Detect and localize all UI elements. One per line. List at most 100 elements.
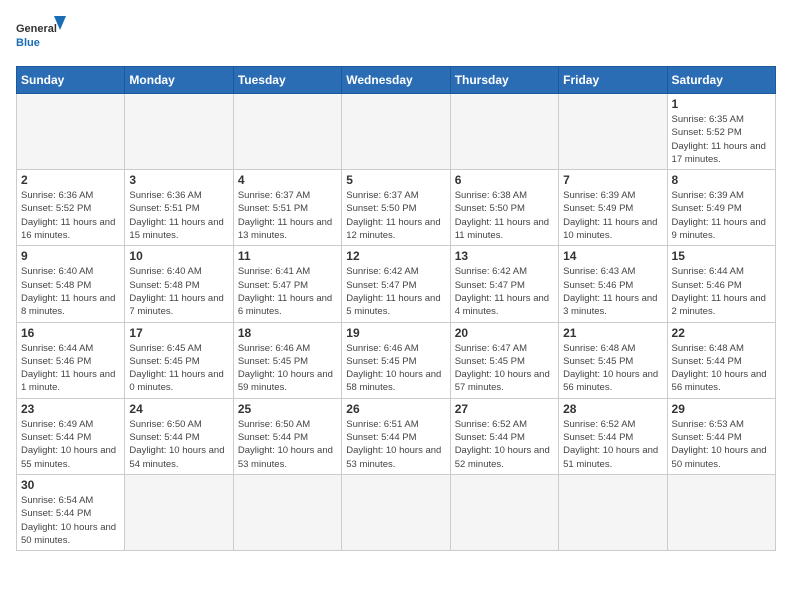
calendar-cell: 2Sunrise: 6:36 AM Sunset: 5:52 PM Daylig…: [17, 170, 125, 246]
day-number: 15: [672, 249, 771, 263]
day-info: Sunrise: 6:40 AM Sunset: 5:48 PM Dayligh…: [21, 265, 120, 318]
day-number: 3: [129, 173, 228, 187]
calendar-cell: [559, 94, 667, 170]
day-info: Sunrise: 6:41 AM Sunset: 5:47 PM Dayligh…: [238, 265, 337, 318]
calendar-cell: 17Sunrise: 6:45 AM Sunset: 5:45 PM Dayli…: [125, 322, 233, 398]
day-number: 18: [238, 326, 337, 340]
week-row-2: 9 Sunrise: 6:40 AM Sunset: 5:48 PM Daylig…: [17, 246, 776, 322]
day-info: Sunrise: 6:50 AM Sunset: 5:44 PM Dayligh…: [129, 418, 228, 471]
day-info: Sunrise: 6:52 AM Sunset: 5:44 PM Dayligh…: [563, 418, 662, 471]
day-number: 22: [672, 326, 771, 340]
day-number: 6: [455, 173, 554, 187]
day-number: 14: [563, 249, 662, 263]
weekday-header-monday: Monday: [125, 67, 233, 94]
day-info: Sunrise: 6:54 AM Sunset: 5:44 PM Dayligh…: [21, 494, 120, 547]
day-info: Sunrise: 6:51 AM Sunset: 5:44 PM Dayligh…: [346, 418, 445, 471]
day-info: Sunrise: 6:47 AM Sunset: 5:45 PM Dayligh…: [455, 342, 554, 395]
calendar-cell: [342, 474, 450, 550]
calendar-cell: [559, 474, 667, 550]
day-number: 23: [21, 402, 120, 416]
day-number: 20: [455, 326, 554, 340]
logo-svg: General Blue: [16, 16, 66, 56]
calendar-cell: [342, 94, 450, 170]
day-info: Sunrise: 6:44 AM Sunset: 5:46 PM Dayligh…: [672, 265, 771, 318]
calendar-cell: 8 Sunrise: 6:39 AM Sunset: 5:49 PM Daylig…: [667, 170, 775, 246]
calendar-cell: 1 Sunrise: 6:35 AM Sunset: 5:52 PM Daylig…: [667, 94, 775, 170]
calendar-cell: 14Sunrise: 6:43 AM Sunset: 5:46 PM Dayli…: [559, 246, 667, 322]
calendar-cell: 5 Sunrise: 6:37 AM Sunset: 5:50 PM Daylig…: [342, 170, 450, 246]
weekday-header-saturday: Saturday: [667, 67, 775, 94]
calendar-cell: 16 Sunrise: 6:44 AM Sunset: 5:46 PM Dayli…: [17, 322, 125, 398]
week-row-3: 16 Sunrise: 6:44 AM Sunset: 5:46 PM Dayli…: [17, 322, 776, 398]
day-number: 5: [346, 173, 445, 187]
day-number: 28: [563, 402, 662, 416]
calendar-cell: 15 Sunrise: 6:44 AM Sunset: 5:46 PM Dayli…: [667, 246, 775, 322]
calendar-cell: 23 Sunrise: 6:49 AM Sunset: 5:44 PM Dayli…: [17, 398, 125, 474]
day-info: Sunrise: 6:53 AM Sunset: 5:44 PM Dayligh…: [672, 418, 771, 471]
calendar-cell: 3Sunrise: 6:36 AM Sunset: 5:51 PM Daylig…: [125, 170, 233, 246]
day-number: 9: [21, 249, 120, 263]
day-number: 19: [346, 326, 445, 340]
weekday-header-row: SundayMondayTuesdayWednesdayThursdayFrid…: [17, 67, 776, 94]
day-info: Sunrise: 6:52 AM Sunset: 5:44 PM Dayligh…: [455, 418, 554, 471]
day-number: 8: [672, 173, 771, 187]
day-number: 1: [672, 97, 771, 111]
day-info: Sunrise: 6:45 AM Sunset: 5:45 PM Dayligh…: [129, 342, 228, 395]
calendar-cell: 4 Sunrise: 6:37 AM Sunset: 5:51 PM Daylig…: [233, 170, 341, 246]
day-info: Sunrise: 6:39 AM Sunset: 5:49 PM Dayligh…: [563, 189, 662, 242]
calendar-cell: 7 Sunrise: 6:39 AM Sunset: 5:49 PM Daylig…: [559, 170, 667, 246]
day-info: Sunrise: 6:49 AM Sunset: 5:44 PM Dayligh…: [21, 418, 120, 471]
day-info: Sunrise: 6:48 AM Sunset: 5:45 PM Dayligh…: [563, 342, 662, 395]
week-row-1: 2Sunrise: 6:36 AM Sunset: 5:52 PM Daylig…: [17, 170, 776, 246]
day-info: Sunrise: 6:36 AM Sunset: 5:52 PM Dayligh…: [21, 189, 120, 242]
day-number: 7: [563, 173, 662, 187]
day-number: 16: [21, 326, 120, 340]
calendar-cell: 6 Sunrise: 6:38 AM Sunset: 5:50 PM Daylig…: [450, 170, 558, 246]
calendar-cell: 13 Sunrise: 6:42 AM Sunset: 5:47 PM Dayli…: [450, 246, 558, 322]
day-number: 12: [346, 249, 445, 263]
day-number: 27: [455, 402, 554, 416]
day-number: 25: [238, 402, 337, 416]
calendar-cell: 21 Sunrise: 6:48 AM Sunset: 5:45 PM Dayli…: [559, 322, 667, 398]
day-number: 10: [129, 249, 228, 263]
day-number: 26: [346, 402, 445, 416]
calendar: SundayMondayTuesdayWednesdayThursdayFrid…: [16, 66, 776, 551]
logo: General Blue: [16, 16, 66, 56]
day-info: Sunrise: 6:35 AM Sunset: 5:52 PM Dayligh…: [672, 113, 771, 166]
svg-text:General: General: [16, 23, 57, 35]
day-number: 24: [129, 402, 228, 416]
day-number: 11: [238, 249, 337, 263]
calendar-cell: 22 Sunrise: 6:48 AM Sunset: 5:44 PM Dayli…: [667, 322, 775, 398]
day-info: Sunrise: 6:37 AM Sunset: 5:51 PM Dayligh…: [238, 189, 337, 242]
week-row-0: 1 Sunrise: 6:35 AM Sunset: 5:52 PM Daylig…: [17, 94, 776, 170]
weekday-header-tuesday: Tuesday: [233, 67, 341, 94]
day-info: Sunrise: 6:37 AM Sunset: 5:50 PM Dayligh…: [346, 189, 445, 242]
calendar-cell: [125, 474, 233, 550]
calendar-cell: 30Sunrise: 6:54 AM Sunset: 5:44 PM Dayli…: [17, 474, 125, 550]
calendar-cell: 29Sunrise: 6:53 AM Sunset: 5:44 PM Dayli…: [667, 398, 775, 474]
week-row-5: 30Sunrise: 6:54 AM Sunset: 5:44 PM Dayli…: [17, 474, 776, 550]
day-info: Sunrise: 6:42 AM Sunset: 5:47 PM Dayligh…: [455, 265, 554, 318]
calendar-cell: 11 Sunrise: 6:41 AM Sunset: 5:47 PM Dayli…: [233, 246, 341, 322]
calendar-cell: 24 Sunrise: 6:50 AM Sunset: 5:44 PM Dayli…: [125, 398, 233, 474]
svg-text:Blue: Blue: [16, 37, 40, 49]
day-info: Sunrise: 6:46 AM Sunset: 5:45 PM Dayligh…: [346, 342, 445, 395]
day-info: Sunrise: 6:39 AM Sunset: 5:49 PM Dayligh…: [672, 189, 771, 242]
calendar-cell: 25 Sunrise: 6:50 AM Sunset: 5:44 PM Dayli…: [233, 398, 341, 474]
day-info: Sunrise: 6:46 AM Sunset: 5:45 PM Dayligh…: [238, 342, 337, 395]
calendar-cell: 26 Sunrise: 6:51 AM Sunset: 5:44 PM Dayli…: [342, 398, 450, 474]
day-number: 4: [238, 173, 337, 187]
calendar-cell: [667, 474, 775, 550]
day-info: Sunrise: 6:44 AM Sunset: 5:46 PM Dayligh…: [21, 342, 120, 395]
calendar-cell: 19 Sunrise: 6:46 AM Sunset: 5:45 PM Dayli…: [342, 322, 450, 398]
day-number: 13: [455, 249, 554, 263]
calendar-cell: 18 Sunrise: 6:46 AM Sunset: 5:45 PM Dayli…: [233, 322, 341, 398]
calendar-cell: 10Sunrise: 6:40 AM Sunset: 5:48 PM Dayli…: [125, 246, 233, 322]
calendar-cell: 27 Sunrise: 6:52 AM Sunset: 5:44 PM Dayli…: [450, 398, 558, 474]
day-info: Sunrise: 6:38 AM Sunset: 5:50 PM Dayligh…: [455, 189, 554, 242]
day-info: Sunrise: 6:48 AM Sunset: 5:44 PM Dayligh…: [672, 342, 771, 395]
day-number: 21: [563, 326, 662, 340]
calendar-cell: [233, 94, 341, 170]
day-info: Sunrise: 6:50 AM Sunset: 5:44 PM Dayligh…: [238, 418, 337, 471]
weekday-header-thursday: Thursday: [450, 67, 558, 94]
